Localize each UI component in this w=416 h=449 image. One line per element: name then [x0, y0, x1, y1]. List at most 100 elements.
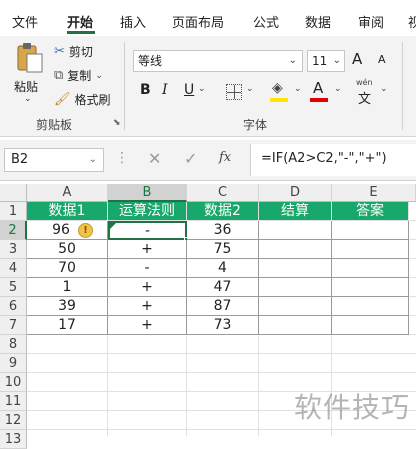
table-cell[interactable]: 17 — [27, 316, 108, 335]
table-cell[interactable] — [259, 316, 332, 335]
table-cell-selected[interactable]: - — [108, 221, 187, 240]
format-painter-button[interactable]: 🖌 格式刷 — [54, 91, 111, 108]
tab-review[interactable]: 审阅 — [358, 12, 384, 31]
row-header[interactable]: 10 — [0, 373, 27, 392]
font-size-select[interactable]: 11 ⌄ — [307, 50, 345, 72]
row-header[interactable]: 4 — [0, 259, 27, 278]
table-header-cell[interactable]: 数据1 — [27, 202, 108, 221]
font-color-button[interactable]: A — [310, 79, 332, 104]
chevron-down-icon: ⌄ — [95, 70, 103, 81]
column-header-e[interactable]: E — [332, 184, 416, 202]
scissors-icon: ✂ — [54, 44, 65, 59]
row-header[interactable]: 13 — [0, 430, 27, 449]
table-cell[interactable] — [332, 297, 409, 316]
underline-button[interactable]: U — [184, 82, 194, 98]
paste-button[interactable]: 粘贴 ⌄ — [12, 42, 48, 104]
table-cell[interactable] — [332, 316, 409, 335]
row-header[interactable]: 6 — [0, 297, 27, 316]
table-cell[interactable] — [259, 259, 332, 278]
table-cell[interactable]: - — [108, 259, 187, 278]
italic-button[interactable]: I — [162, 82, 168, 98]
table-cell[interactable]: + — [108, 316, 187, 335]
table-cell[interactable]: + — [108, 240, 187, 259]
column-header-a[interactable]: A — [27, 184, 108, 202]
column-header-c[interactable]: C — [187, 184, 259, 202]
table-cell[interactable] — [332, 278, 409, 297]
table-cell[interactable] — [332, 240, 409, 259]
grow-font-icon[interactable]: A — [352, 50, 362, 68]
phonetic-guide-button[interactable]: wén 文 — [354, 78, 378, 107]
tab-insert[interactable]: 插入 — [120, 12, 146, 31]
paint-bucket-icon: ◈ — [272, 80, 283, 96]
error-warning-icon[interactable]: ! — [78, 223, 93, 238]
chevron-down-icon[interactable]: ⌄ — [198, 84, 206, 94]
borders-button[interactable] — [226, 84, 242, 100]
table-cell[interactable] — [259, 240, 332, 259]
enter-check-icon[interactable]: ✓ — [184, 149, 197, 168]
row-header[interactable]: 7 — [0, 316, 27, 335]
row-header[interactable]: 9 — [0, 354, 27, 373]
chevron-down-icon[interactable]: ⌄ — [246, 84, 254, 94]
table-cell[interactable]: 87 — [187, 297, 259, 316]
table-header-cell[interactable]: 结算 — [259, 202, 332, 221]
table-cell[interactable]: 96 — [27, 221, 108, 240]
row-header[interactable]: 1 — [0, 202, 27, 221]
row-header[interactable]: 5 — [0, 278, 27, 297]
column-header-b[interactable]: B — [108, 184, 187, 202]
tab-formulas[interactable]: 公式 — [253, 12, 279, 31]
tab-page-layout[interactable]: 页面布局 — [172, 12, 224, 31]
table-cell[interactable]: 4 — [187, 259, 259, 278]
tab-home[interactable]: 开始 — [67, 12, 93, 31]
corner-select-all[interactable] — [0, 184, 27, 202]
table-cell[interactable] — [259, 297, 332, 316]
bold-button[interactable]: B — [140, 82, 151, 98]
formula-bar: B2 ⌄ ⋮ ✕ ✓ fx =IF(A2>C2,"-","+") — [0, 140, 416, 181]
table-header-cell[interactable]: 答案 — [332, 202, 409, 221]
chevron-down-icon[interactable]: ⌄ — [294, 84, 302, 94]
table-cell[interactable]: 36 — [187, 221, 259, 240]
table-cell[interactable] — [332, 259, 409, 278]
name-box-value: B2 — [11, 152, 29, 167]
row-header[interactable]: 8 — [0, 335, 27, 354]
cancel-icon[interactable]: ✕ — [148, 149, 161, 168]
table-cell[interactable] — [259, 278, 332, 297]
row-header[interactable]: 12 — [0, 411, 27, 430]
fill-color-swatch — [270, 98, 288, 102]
row-header[interactable]: 2 — [0, 221, 27, 240]
table-cell[interactable]: + — [108, 297, 187, 316]
table-cell[interactable]: 39 — [27, 297, 108, 316]
chevron-down-icon: ⌄ — [24, 94, 32, 104]
table-cell[interactable] — [332, 221, 409, 240]
table-cell[interactable]: 1 — [27, 278, 108, 297]
column-header-d[interactable]: D — [259, 184, 332, 202]
name-box[interactable]: B2 ⌄ — [4, 148, 104, 172]
copy-button[interactable]: ⧉ 复制 ⌄ — [54, 67, 103, 84]
row-header[interactable]: 3 — [0, 240, 27, 259]
table-cell[interactable]: + — [108, 278, 187, 297]
tab-file[interactable]: 文件 — [12, 12, 38, 31]
shrink-font-icon[interactable]: A — [378, 53, 386, 66]
table-cell[interactable]: 75 — [187, 240, 259, 259]
table-cell[interactable]: 73 — [187, 316, 259, 335]
font-size-value: 11 — [312, 54, 328, 68]
phonetic-char: 文 — [358, 92, 372, 107]
chevron-down-icon[interactable]: ⌄ — [334, 84, 342, 94]
chevron-down-icon[interactable]: ⌄ — [380, 84, 388, 94]
table-cell[interactable]: 70 — [27, 259, 108, 278]
formula-input[interactable]: =IF(A2>C2,"-","+") — [250, 144, 416, 176]
insert-function-icon[interactable]: fx — [219, 150, 231, 165]
font-name-select[interactable]: 等线 ⌄ — [133, 50, 303, 72]
cut-button[interactable]: ✂ 剪切 — [54, 43, 93, 60]
tab-data[interactable]: 数据 — [305, 12, 331, 31]
table-cell[interactable] — [259, 221, 332, 240]
table-cell[interactable]: 50 — [27, 240, 108, 259]
table-cell[interactable]: 47 — [187, 278, 259, 297]
fill-color-button[interactable]: ◈ — [270, 80, 292, 104]
font-name-value: 等线 — [138, 54, 163, 68]
dialog-launcher-icon[interactable]: ⬊ — [113, 118, 121, 128]
table-header-cell[interactable]: 运算法则 — [108, 202, 187, 221]
tab-view[interactable]: 视 — [408, 12, 416, 31]
row-header[interactable]: 11 — [0, 392, 27, 411]
font-group-label: 字体 — [243, 118, 268, 132]
table-header-cell[interactable]: 数据2 — [187, 202, 259, 221]
